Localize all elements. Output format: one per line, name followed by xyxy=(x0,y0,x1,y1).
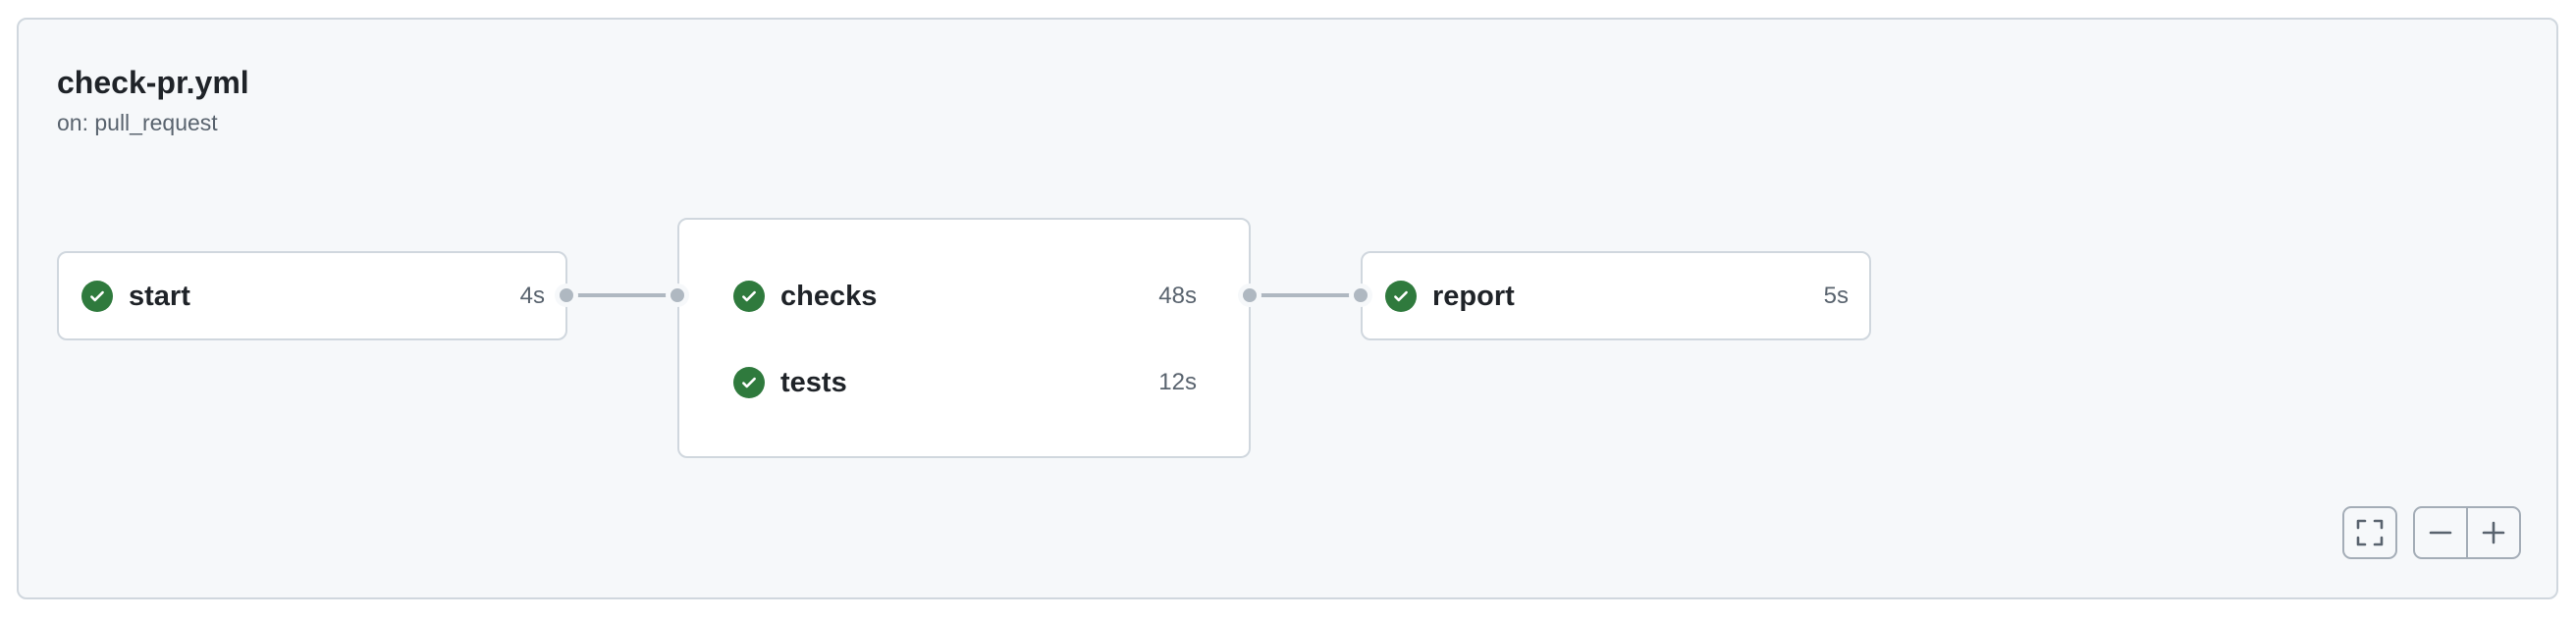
fit-to-screen-button[interactable] xyxy=(2342,506,2397,559)
job-report[interactable]: report 5s xyxy=(1385,272,1849,321)
job-name: tests xyxy=(780,366,847,398)
job-name: checks xyxy=(780,280,878,312)
job-card-start[interactable]: start 4s xyxy=(57,251,567,340)
minus-icon xyxy=(2429,531,2452,535)
job-card-report[interactable]: report 5s xyxy=(1361,251,1871,340)
zoom-in-button[interactable] xyxy=(2466,506,2521,559)
connector-start-checks xyxy=(577,293,677,297)
connector-port xyxy=(1349,284,1372,307)
success-check-icon xyxy=(1385,281,1417,312)
connector-port xyxy=(555,284,578,307)
job-name: start xyxy=(129,280,190,312)
success-check-icon xyxy=(81,281,113,312)
connector-checks-report xyxy=(1261,293,1361,297)
workflow-title: check-pr.yml xyxy=(57,65,249,100)
job-name: report xyxy=(1432,280,1515,312)
job-tests[interactable]: tests 12s xyxy=(733,358,1197,407)
zoom-out-button[interactable] xyxy=(2413,506,2468,559)
job-start[interactable]: start 4s xyxy=(81,272,545,321)
job-duration: 4s xyxy=(519,283,545,309)
fit-to-screen-icon xyxy=(2356,519,2384,546)
job-duration: 48s xyxy=(1158,283,1197,309)
job-group-card: checks 48s tests 12s xyxy=(677,218,1251,458)
success-check-icon xyxy=(733,281,765,312)
connector-port xyxy=(666,284,689,307)
success-check-icon xyxy=(733,367,765,398)
connector-port xyxy=(1238,284,1261,307)
job-duration: 12s xyxy=(1158,369,1197,395)
job-checks[interactable]: checks 48s xyxy=(733,272,1197,321)
workflow-trigger: on: pull_request xyxy=(57,110,218,135)
job-duration: 5s xyxy=(1823,283,1849,309)
plus-icon xyxy=(2482,521,2505,544)
